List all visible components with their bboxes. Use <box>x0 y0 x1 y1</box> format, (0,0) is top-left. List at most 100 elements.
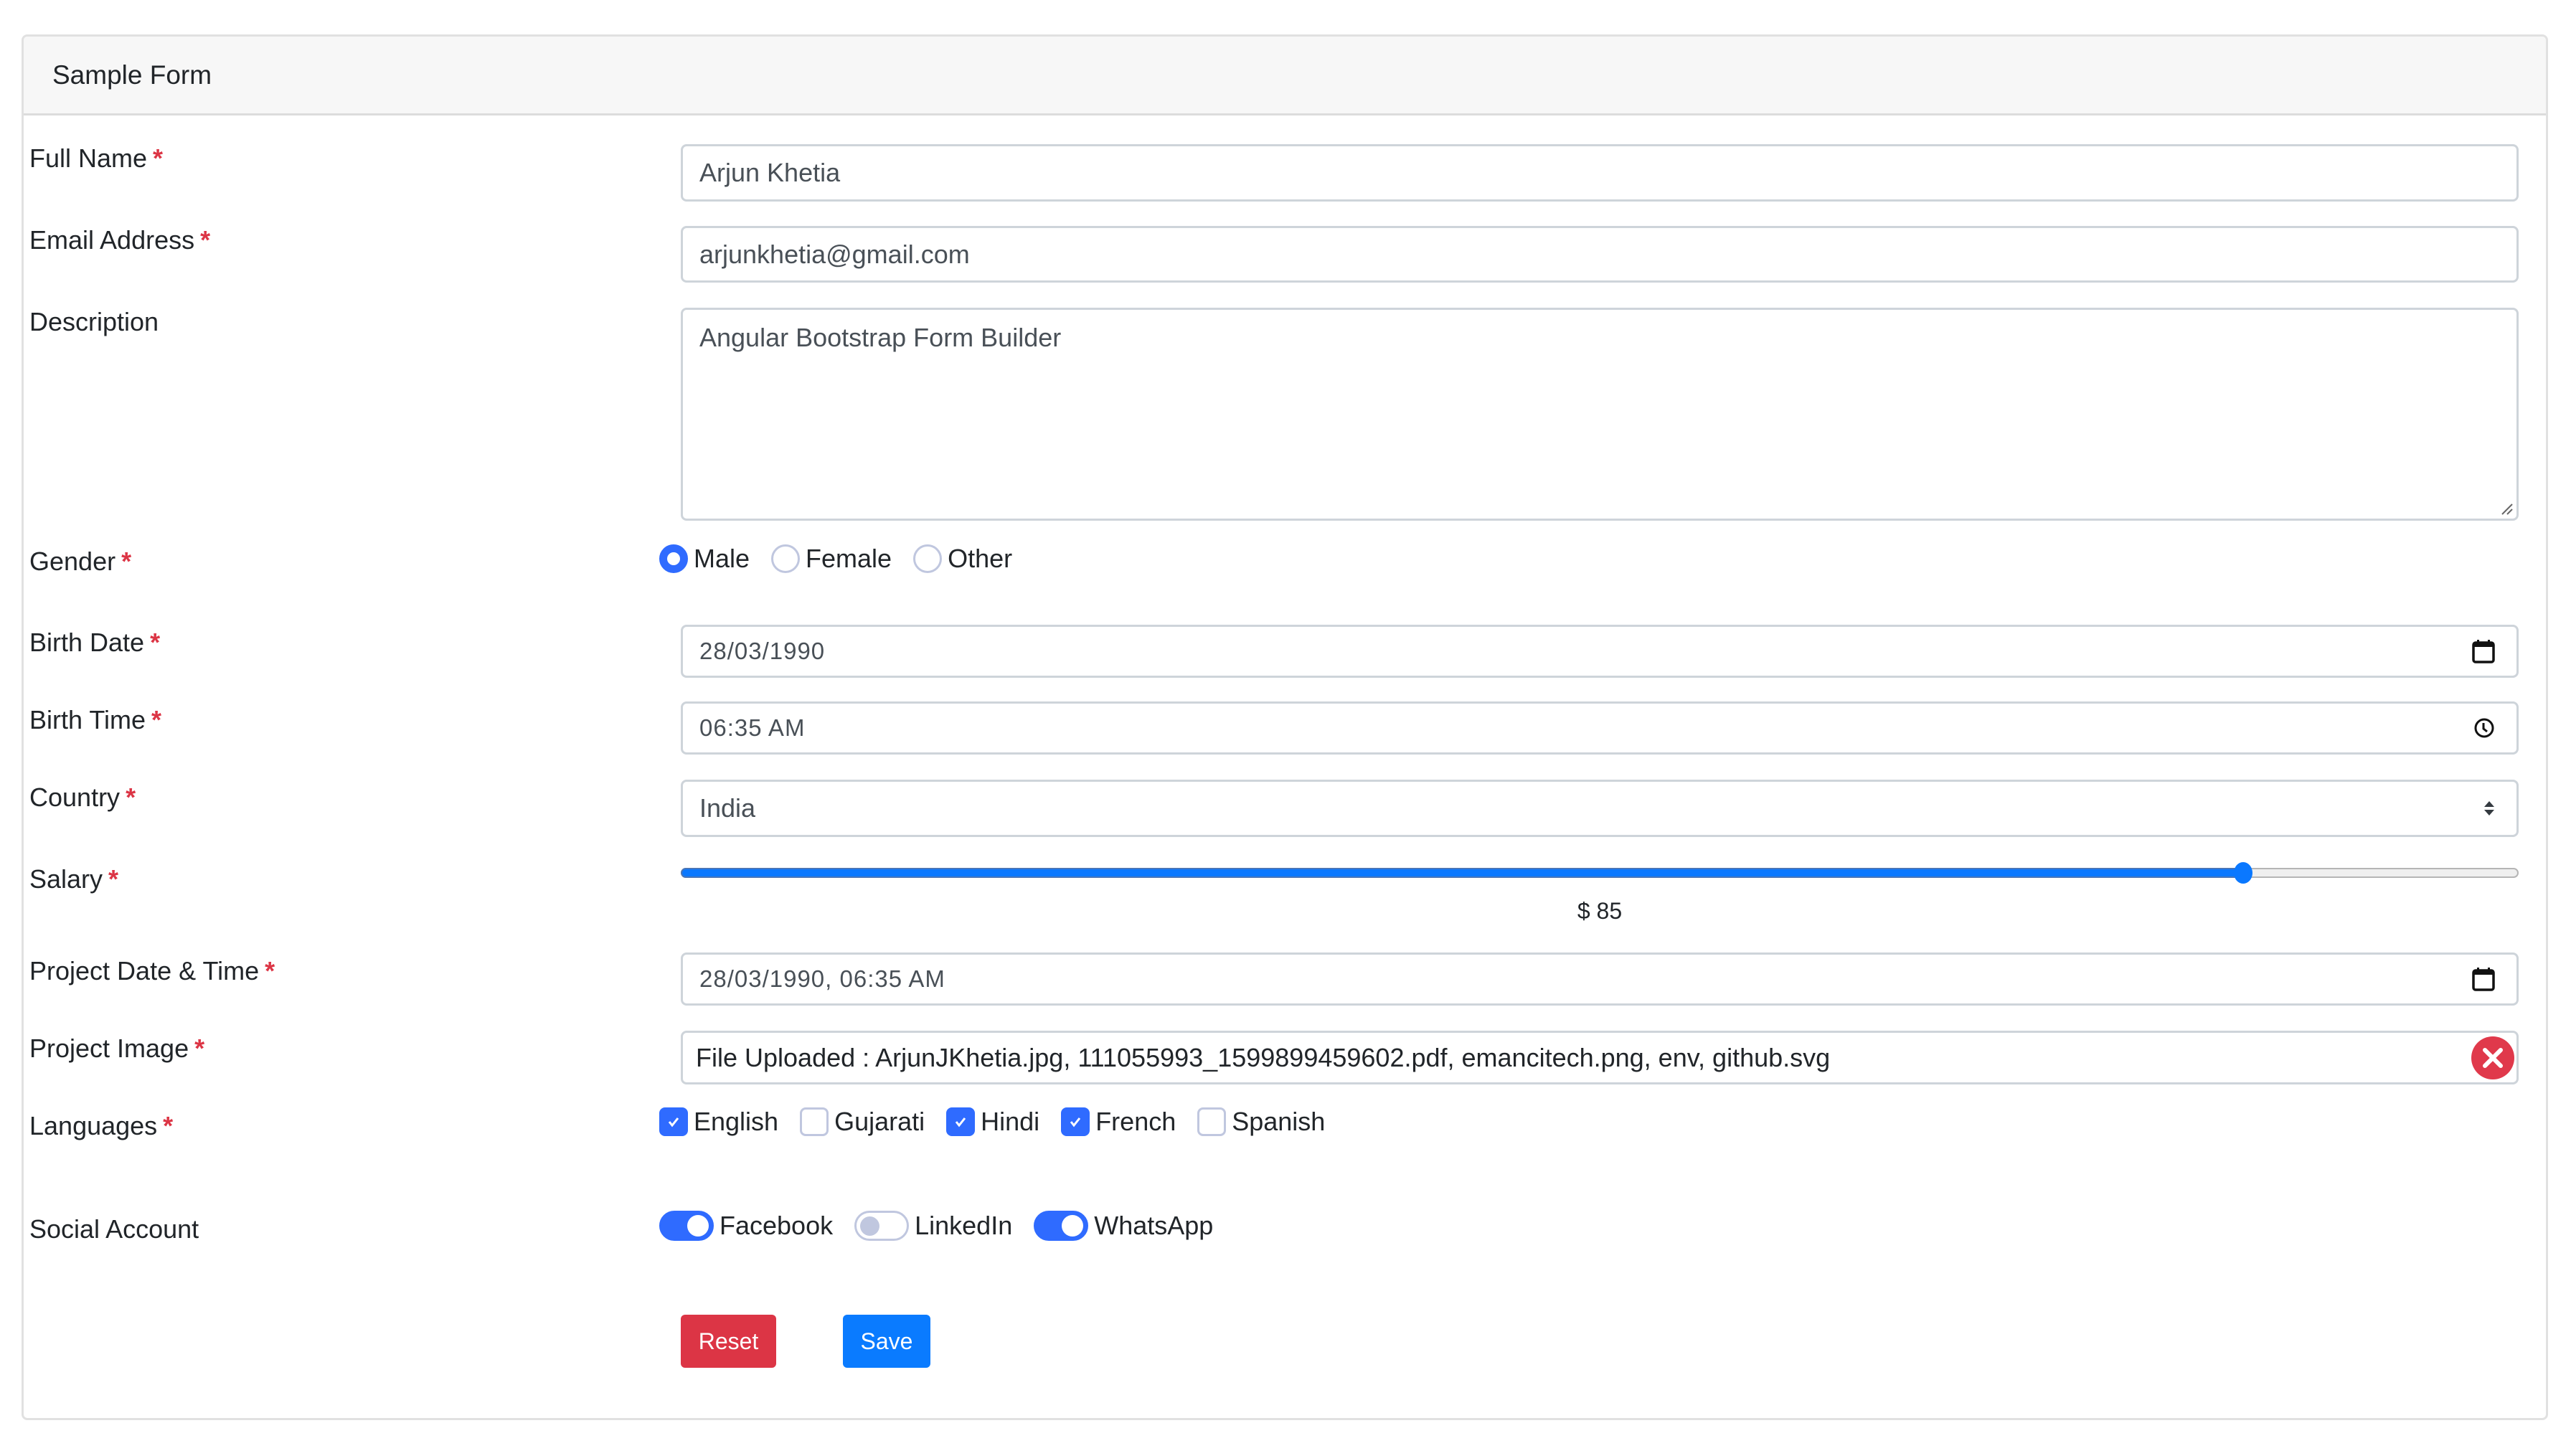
resize-grip-icon[interactable] <box>2499 501 2514 516</box>
toggle-whatsapp[interactable] <box>1034 1211 1089 1241</box>
gender-label: Gender * <box>29 547 131 577</box>
checkbox-french[interactable] <box>1061 1107 1090 1136</box>
remove-file-icon[interactable] <box>2471 1036 2515 1080</box>
radio-female[interactable] <box>771 544 801 573</box>
checkbox-spanish[interactable] <box>1197 1107 1227 1136</box>
checkbox-english[interactable] <box>659 1107 688 1136</box>
birth-time-input[interactable]: 06:35 AM <box>681 701 2519 755</box>
required-marker: * <box>153 143 164 173</box>
required-marker: * <box>126 783 136 812</box>
required-marker: * <box>194 1034 205 1063</box>
birth-time-label: Birth Time * <box>29 705 161 735</box>
required-marker: * <box>151 705 162 734</box>
toggle-knob <box>860 1216 880 1236</box>
radio-other[interactable] <box>913 544 943 573</box>
label-text: Project Date & Time <box>29 956 260 985</box>
country-label: Country * <box>29 783 136 813</box>
required-marker: * <box>163 1111 174 1140</box>
project-datetime-value: 28/03/1990, 06:35 AM <box>699 965 945 992</box>
project-datetime-label: Project Date & Time * <box>29 956 275 986</box>
country-select[interactable]: India <box>681 780 2519 837</box>
radio-male[interactable] <box>659 544 688 573</box>
salary-label: Salary * <box>29 864 118 894</box>
label-text: Birth Date <box>29 628 145 657</box>
checkmark-icon <box>1070 1117 1081 1128</box>
project-image-input[interactable]: File Uploaded : ArjunJKhetia.jpg, 111055… <box>681 1031 2519 1084</box>
language-option-hindi[interactable]: Hindi <box>946 1107 1039 1137</box>
social-option-whatsapp[interactable]: WhatsApp <box>1034 1211 1213 1241</box>
required-marker: * <box>121 547 132 576</box>
checkbox-label: French <box>1095 1107 1176 1136</box>
project-image-label: Project Image * <box>29 1034 204 1064</box>
label-text: Social Account <box>29 1214 199 1244</box>
full-name-input[interactable]: Arjun Khetia <box>681 144 2519 202</box>
email-input[interactable]: arjunkhetia@gmail.com <box>681 226 2519 283</box>
description-label: Description <box>29 307 159 337</box>
slider-fill <box>681 868 2243 878</box>
checkbox-label: Gujarati <box>834 1107 925 1136</box>
gender-option-other[interactable]: Other <box>913 544 1012 574</box>
salary-slider[interactable] <box>681 862 2519 884</box>
toggle-knob <box>687 1215 709 1237</box>
label-text: Birth Time <box>29 705 146 734</box>
checkbox-label: English <box>694 1107 779 1136</box>
social-option-facebook[interactable]: Facebook <box>659 1211 833 1241</box>
toggle-linkedin[interactable] <box>854 1211 910 1241</box>
checkbox-gujarati[interactable] <box>800 1107 829 1136</box>
checkbox-label: Hindi <box>981 1107 1040 1136</box>
languages-label: Languages * <box>29 1111 173 1141</box>
social-account-toggle-group: Facebook LinkedIn WhatsApp <box>659 1211 1235 1241</box>
checkmark-icon <box>668 1117 679 1128</box>
description-textarea[interactable]: Angular Bootstrap Form Builder <box>681 308 2519 521</box>
language-option-spanish[interactable]: Spanish <box>1197 1107 1325 1137</box>
card-title: Sample Form <box>52 60 212 90</box>
toggle-label: Facebook <box>720 1211 834 1240</box>
language-option-french[interactable]: French <box>1061 1107 1176 1137</box>
language-option-english[interactable]: English <box>659 1107 778 1137</box>
required-marker: * <box>108 864 119 894</box>
project-image-value: File Uploaded : ArjunJKhetia.jpg, 111055… <box>696 1042 1831 1072</box>
country-value: India <box>699 793 756 823</box>
reset-button[interactable]: Reset <box>681 1315 776 1368</box>
required-marker: * <box>200 225 211 255</box>
checkbox-hindi[interactable] <box>946 1107 976 1136</box>
clock-icon[interactable] <box>2473 717 2495 739</box>
radio-label: Female <box>806 544 892 573</box>
birth-time-value: 06:35 AM <box>699 714 806 741</box>
social-option-linkedin[interactable]: LinkedIn <box>854 1211 1012 1241</box>
calendar-icon[interactable] <box>2472 639 2495 663</box>
description-value: Angular Bootstrap Form Builder <box>699 323 1062 352</box>
card-header: Sample Form <box>24 37 2546 115</box>
email-value: arjunkhetia@gmail.com <box>699 239 970 269</box>
toggle-label: LinkedIn <box>915 1211 1013 1240</box>
checkbox-label: Spanish <box>1232 1107 1326 1136</box>
required-marker: * <box>265 956 275 985</box>
calendar-icon[interactable] <box>2472 967 2495 991</box>
required-marker: * <box>150 628 161 657</box>
label-text: Full Name <box>29 143 148 173</box>
full-name-label: Full Name * <box>29 143 163 174</box>
slider-thumb[interactable] <box>2233 862 2252 884</box>
birth-date-input[interactable]: 28/03/1990 <box>681 625 2519 678</box>
label-text: Description <box>29 307 159 336</box>
birth-date-value: 28/03/1990 <box>699 638 826 664</box>
salary-value: $ 85 <box>1577 898 1623 924</box>
label-text: Gender <box>29 547 116 576</box>
select-arrows-icon <box>2483 800 2495 816</box>
gender-option-male[interactable]: Male <box>659 544 750 574</box>
radio-label: Male <box>694 544 750 573</box>
label-text: Languages <box>29 1111 158 1140</box>
toggle-facebook[interactable] <box>659 1211 714 1241</box>
gender-option-female[interactable]: Female <box>771 544 892 574</box>
birth-date-label: Birth Date * <box>29 628 160 658</box>
full-name-value: Arjun Khetia <box>699 158 841 187</box>
project-datetime-input[interactable]: 28/03/1990, 06:35 AM <box>681 952 2519 1006</box>
label-text: Email Address <box>29 225 195 255</box>
save-button[interactable]: Save <box>843 1315 930 1368</box>
label-text: Salary <box>29 864 103 894</box>
email-label: Email Address * <box>29 225 210 255</box>
checkmark-icon <box>955 1117 966 1128</box>
toggle-knob <box>1062 1215 1084 1237</box>
language-option-gujarati[interactable]: Gujarati <box>800 1107 925 1137</box>
toggle-label: WhatsApp <box>1094 1211 1214 1240</box>
